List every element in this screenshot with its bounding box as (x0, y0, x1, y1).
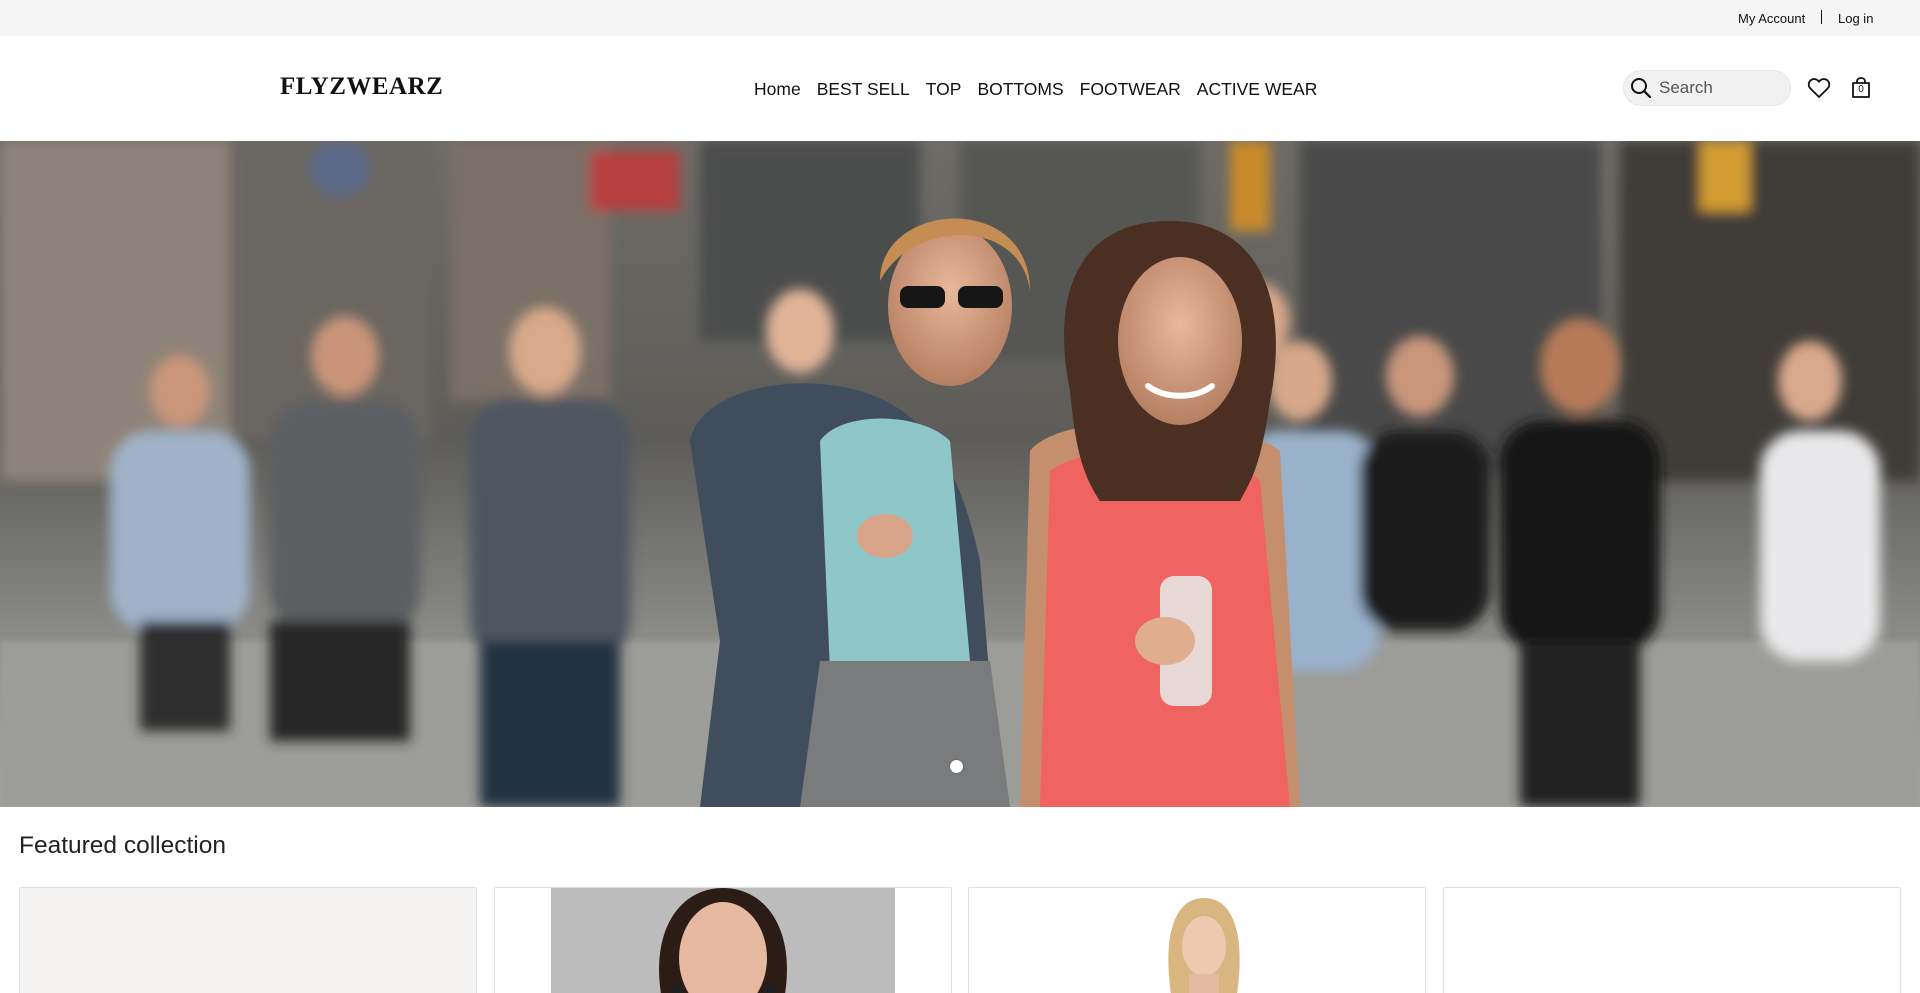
slide-indicator-dot[interactable] (950, 760, 963, 773)
product-image-placeholder (1444, 888, 1900, 993)
heart-icon[interactable] (1806, 75, 1832, 101)
product-image (551, 888, 895, 993)
nav-active-wear[interactable]: ACTIVE WEAR (1197, 79, 1318, 100)
product-card[interactable] (19, 887, 477, 993)
log-in-link[interactable]: Log in (1838, 11, 1873, 26)
nav-best-sell[interactable]: BEST SELL (817, 79, 910, 100)
nav-home[interactable]: Home (754, 79, 801, 100)
nav-top[interactable]: TOP (926, 79, 962, 100)
search-box (1623, 70, 1791, 106)
utility-divider (1821, 10, 1822, 24)
product-card[interactable] (968, 887, 1426, 993)
site-header: FLYZWEARZ Home BEST SELL TOP BOTTOMS FOO… (0, 36, 1920, 141)
cart-button[interactable]: 0 (1848, 75, 1874, 101)
search-input[interactable] (1659, 76, 1783, 100)
product-image (1149, 888, 1259, 993)
hero-banner[interactable] (0, 141, 1920, 807)
main-nav: Home BEST SELL TOP BOTTOMS FOOTWEAR ACTI… (754, 79, 1317, 100)
site-logo[interactable]: FLYZWEARZ (280, 73, 443, 101)
product-image-placeholder (20, 888, 476, 993)
product-card[interactable] (494, 887, 952, 993)
hero-image (0, 141, 1920, 807)
featured-collection-title: Featured collection (19, 832, 227, 859)
nav-footwear[interactable]: FOOTWEAR (1080, 79, 1181, 100)
my-account-link[interactable]: My Account (1738, 11, 1805, 26)
search-icon[interactable] (1629, 76, 1653, 100)
utility-bar: My Account Log in (0, 0, 1920, 36)
cart-count: 0 (1858, 84, 1864, 95)
product-card[interactable] (1443, 887, 1901, 993)
nav-bottoms[interactable]: BOTTOMS (977, 79, 1063, 100)
